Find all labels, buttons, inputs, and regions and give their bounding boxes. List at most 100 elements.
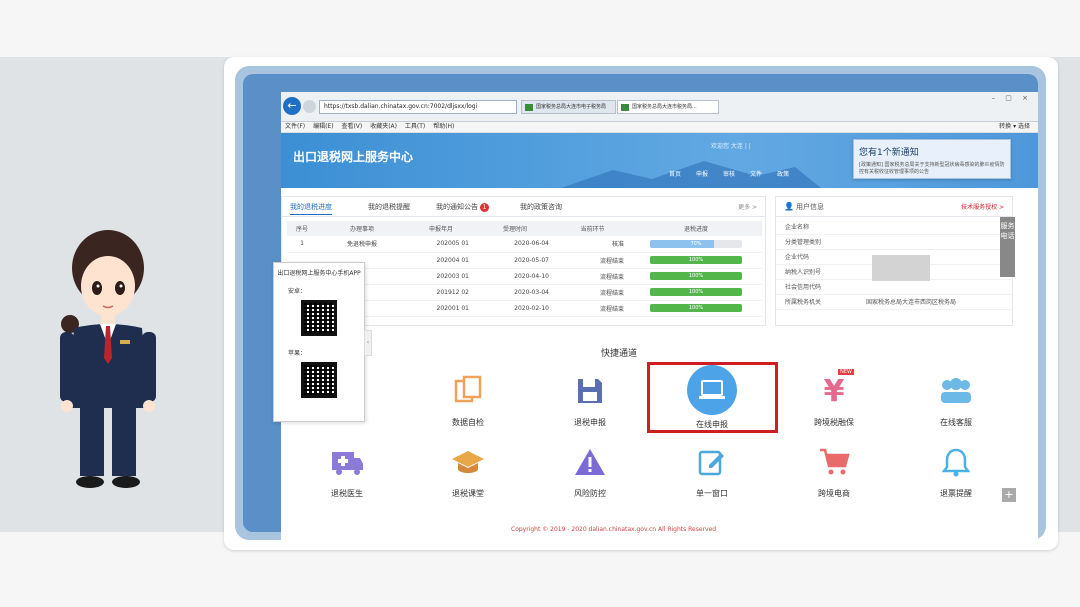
tab-label: 国家税务总局大连市税务局... [632,104,697,110]
cell-ym: 202001 01 [407,300,475,317]
graduation-cap-icon [448,442,488,482]
window-controls[interactable]: – ▢ × [992,94,1032,102]
quick-refund-doctor[interactable]: 退税医生 [312,442,382,499]
back-arrow-icon[interactable]: ← [283,97,301,115]
quick-online-service[interactable]: 在线客服 [921,371,991,428]
tab-refund-progress[interactable]: 我的退税进度 [290,202,332,215]
more-link[interactable]: 更多 > [738,202,757,211]
cell-stage: 流程结束 [555,284,630,301]
header-links[interactable]: 欢迎您 大连 | | [711,141,751,150]
nav-item[interactable]: 政策 [777,171,789,178]
favicon-icon [525,104,533,111]
menu-right-tools[interactable]: 转换 ▾ 选择 [999,122,1030,132]
forward-icon[interactable] [303,100,316,113]
quick-label: 单一窗口 [696,489,728,498]
user-field-label: 企业名称 [785,224,810,231]
service-phone-tab[interactable]: 服务电话 [1000,217,1015,277]
apple-qr-code[interactable] [301,362,337,398]
notice-count-badge: 1 [480,203,489,212]
cell-no: 1 [287,236,317,253]
footer-copyright: Copyright © 2019 - 2020 dalian.chinatax.… [511,526,717,533]
notification-popup[interactable]: 您有1个新通知 [政策通知] 国家税务总局关于支持新型冠状病毒感染的肺炎疫情防控… [853,139,1011,179]
quick-label: 数据自检 [452,418,484,427]
yuan-icon: ¥ NEW [823,369,854,409]
quick-label: 跨境税融保 [814,418,854,427]
menu-view[interactable]: 查看(V) [341,122,362,132]
user-info-title: 用户信息 [796,203,824,211]
menu-favorites[interactable]: 收藏夹(A) [370,122,397,132]
cell-stage: 核准 [555,236,630,253]
app-qr-popup: 出口退税网上服务中心手机APP 安卓： 苹果： [273,262,365,422]
quick-data-check[interactable]: 数据自检 [433,371,503,428]
progress-cell: 100% [630,268,762,285]
android-qr-code[interactable] [301,300,337,336]
header-nav: 首页 申报 审核 文件 政策 [669,169,804,178]
quick-single-window[interactable]: 单一窗口 [677,442,747,499]
tab-notices-label: 我的通知公告 [436,203,478,211]
nav-item[interactable]: 首页 [669,171,681,178]
user-icon: 👤 [784,202,794,211]
floppy-icon [570,371,610,411]
menu-file[interactable]: 文件(F) [285,122,305,132]
people-icon [936,371,976,411]
quick-refund-class[interactable]: 退税课堂 [433,442,503,499]
nav-item[interactable]: 申报 [696,171,708,178]
progress-bar: 100% [650,272,742,280]
table-row[interactable]: 1 免退税申报 202005 01 2020-06-04 核准 70% [287,236,762,253]
quick-label: 跨境电商 [818,489,850,498]
user-info-header: 👤 用户信息 技术服务授权 > [776,197,1012,217]
menu-help[interactable]: 帮助(H) [433,122,454,132]
notification-body[interactable]: [政策通知] 国家税务总局关于支持新型冠状病毒感染的肺炎疫情防控有关税收征收管理… [859,162,1005,176]
user-field-row: 所属税务机关 国家税务总局大连市西岗区税务局 [776,295,1012,310]
tab-refund-reminder[interactable]: 我的退税提醒 [368,202,410,212]
user-field-label: 社会信用代码 [785,284,822,291]
nav-item[interactable]: 审核 [723,171,735,178]
qr-collapse-handle[interactable]: ‹ [364,330,372,356]
browser-tab[interactable]: 国家税务总局大连市电子税务局 [521,100,616,114]
quick-risk-control[interactable]: 风险防控 [555,442,625,499]
tab-policy[interactable]: 我的政策咨询 [520,202,562,212]
address-bar[interactable]: https://txsb.dalian.chinatax.gov.cn:7002… [319,100,517,114]
quick-label: 风险防控 [574,489,606,498]
progress-label: 100% [688,257,704,263]
quick-cross-border-finance[interactable]: ¥ NEW 跨境税融保 [799,369,869,428]
quick-label: 退票提醒 [940,489,972,498]
progress-label: 100% [688,305,704,311]
progress-tabs: 我的退税进度 我的退税提醒 我的通知公告 1 我的政策咨询 更多 > [282,197,765,217]
cell-ym: 201912 02 [407,284,475,301]
quick-refund-declare[interactable]: 退税申报 [555,371,625,428]
cart-icon [814,442,854,482]
user-field-label: 纳税人识别号 [785,269,822,276]
browser-tab-active[interactable]: 国家税务总局大连市税务局... [617,100,719,114]
user-field-row: 企业名称 [776,220,1012,235]
qr-android-label: 安卓： [288,288,307,295]
user-field-row: 分类管理类别 [776,235,1012,250]
cell-date: 2020-03-04 [475,284,555,301]
menu-tools[interactable]: 工具(T) [405,122,425,132]
progress-bar: 100% [650,256,742,264]
col-header: 序号 [287,221,317,236]
tax-officer-illustration [60,230,156,488]
progress-bar: 70% [650,239,742,248]
quick-refund-reminder[interactable]: 退票提醒 [921,442,991,499]
cell-date: 2020-05-07 [475,252,555,269]
notification-title: 您有1个新通知 [859,148,919,158]
progress-cell: 100% [630,284,762,301]
tab-notices[interactable]: 我的通知公告 1 [436,202,489,212]
warning-icon [570,442,610,482]
quick-cross-border-ecommerce[interactable]: 跨境电商 [799,442,869,499]
cell-ym: 202004 01 [407,252,475,269]
progress-bar: 100% [650,304,742,312]
progress-label: 100% [688,289,704,295]
menu-edit[interactable]: 编辑(E) [313,122,333,132]
cell-stage: 流程结束 [555,268,630,285]
quick-label: 退税课堂 [452,489,484,498]
browser-screen: ← https://txsb.dalian.chinatax.gov.cn:70… [281,92,1038,541]
col-header: 受理时间 [475,221,555,236]
plus-button[interactable]: + [1002,488,1016,502]
favicon-icon [621,104,629,111]
col-header: 申报年月 [407,221,475,236]
nav-item[interactable]: 文件 [750,171,762,178]
tech-service-link[interactable]: 技术服务授权 > [961,202,1004,211]
cell-date: 2020-04-10 [475,268,555,285]
